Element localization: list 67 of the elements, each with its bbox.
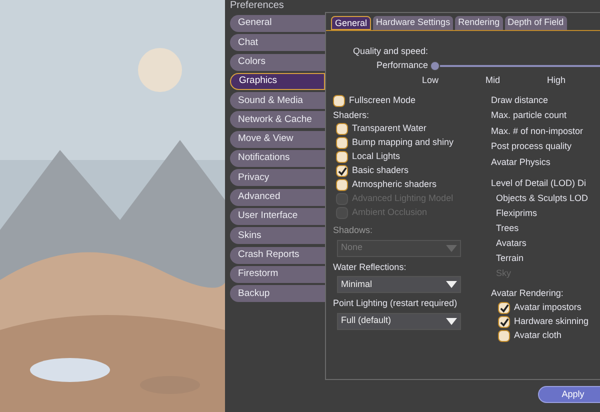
section-heading: Shaders: — [333, 108, 370, 122]
checkbox[interactable] — [336, 137, 348, 149]
checkbox-label: Avatar impostors — [514, 301, 582, 314]
sidebar-item[interactable]: Graphics — [230, 72, 325, 90]
section-heading: Level of Detail (LOD) Di — [491, 177, 588, 190]
checkbox-label: Hardware skinning — [514, 315, 589, 328]
setting-label: Max. particle count — [491, 109, 568, 122]
checkbox-label: Avatar cloth — [514, 329, 562, 342]
tick-label: Mid — [486, 74, 500, 87]
sidebar-item[interactable]: Advanced — [230, 188, 325, 206]
slider-label: Performance — [376, 58, 428, 72]
checkbox-label: Bump mapping and shiny — [352, 136, 454, 150]
apply-button[interactable]: Apply — [538, 386, 600, 403]
dropdown-label: Shadows: — [333, 224, 374, 237]
setting-label: Objects & Sculpts LOD — [496, 192, 589, 205]
tick-label: High — [547, 74, 566, 87]
setting-label: Terrain — [496, 252, 525, 265]
checkbox[interactable] — [333, 94, 345, 106]
sidebar-item[interactable]: Sound & Media — [230, 92, 325, 110]
sidebar-item[interactable]: Backup — [230, 285, 325, 302]
sidebar-item[interactable]: Network & Cache — [230, 111, 325, 128]
checkbox-label: Fullscreen Mode — [349, 94, 416, 107]
checkbox[interactable] — [498, 316, 510, 328]
setting-label: Post process quality — [491, 140, 573, 153]
checkbox-label: Transparent Water — [352, 122, 426, 136]
checkbox-label: Local Lights — [352, 150, 400, 164]
sidebar-item[interactable]: Move & View — [230, 130, 325, 148]
window-title: Preferences — [230, 0, 285, 12]
dropdown[interactable]: Minimal — [337, 276, 461, 293]
tab[interactable]: Depth of Field — [504, 16, 567, 30]
sidebar-item[interactable]: Chat — [230, 34, 325, 52]
setting-label: Avatars — [496, 237, 528, 250]
dropdown-label: Water Reflections: — [333, 260, 408, 274]
checkbox-label: Atmospheric shaders — [352, 178, 437, 192]
caret-icon — [446, 281, 457, 288]
section-heading: Quality and speed: — [353, 45, 428, 58]
tab[interactable]: General — [331, 16, 372, 30]
slider-thumb[interactable] — [430, 61, 440, 71]
checkbox-label: Basic shaders — [352, 164, 409, 178]
setting-label: Draw distance — [491, 94, 550, 106]
checkmark-icon — [338, 166, 346, 176]
checkbox[interactable] — [498, 302, 510, 314]
sidebar-item[interactable]: User Interface — [230, 208, 325, 225]
sidebar-item[interactable]: Crash Reports — [230, 246, 325, 264]
section-heading: Avatar Rendering: — [491, 287, 564, 300]
sidebar-item[interactable]: Notifications — [230, 150, 325, 168]
checkbox[interactable] — [336, 123, 348, 135]
tick-label: Low — [422, 74, 439, 87]
setting-label: Avatar Physics — [491, 156, 552, 169]
caret-icon — [446, 244, 457, 252]
setting-label: Trees — [496, 222, 520, 235]
sidebar-item[interactable]: Colors — [230, 54, 325, 71]
sidebar-item[interactable]: Skins — [230, 227, 325, 244]
dropdown[interactable]: Full (default) — [337, 312, 461, 330]
checkbox[interactable] — [498, 330, 510, 342]
checkbox[interactable] — [336, 151, 348, 163]
tab[interactable]: Hardware Settings — [373, 16, 454, 30]
tab[interactable]: Rendering — [455, 16, 503, 30]
dropdown-label: Point Lighting (restart required) — [333, 297, 458, 310]
setting-label: Max. # of non-impostor — [491, 124, 584, 138]
sidebar-item[interactable]: Privacy — [230, 169, 325, 186]
sidebar-item[interactable]: Firestorm — [230, 266, 325, 283]
checkbox[interactable] — [336, 179, 348, 191]
caret-icon — [446, 318, 457, 324]
setting-label: Flexiprims — [496, 207, 538, 220]
sidebar-item[interactable]: General — [230, 15, 325, 32]
checkbox[interactable] — [336, 165, 348, 177]
